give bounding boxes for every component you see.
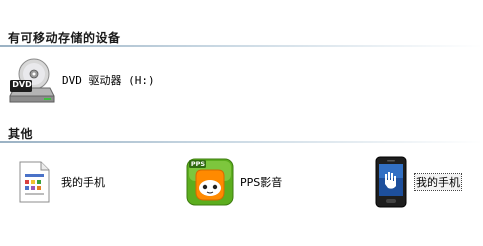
- section-divider: [0, 141, 483, 143]
- my-phone-device-label: 我的手机: [414, 173, 462, 191]
- document-file-icon: [16, 160, 52, 204]
- pps-badge-text: PPS: [190, 160, 206, 168]
- dvd-drive-label: DVD 驱动器 (H:): [62, 74, 155, 87]
- pps-app-icon: PPS: [186, 158, 234, 206]
- my-phone-item[interactable]: 我的手机: [16, 160, 105, 204]
- smartphone-icon: [373, 156, 409, 208]
- section-header-other: 其他: [8, 127, 34, 141]
- section-header-removable-storage: 有可移动存储的设备: [8, 31, 121, 45]
- pps-player-item[interactable]: PPS PPS影音: [186, 158, 282, 206]
- my-phone-device-item[interactable]: 我的手机: [373, 156, 462, 208]
- section-divider: [0, 45, 483, 47]
- pps-player-label: PPS影音: [240, 176, 283, 189]
- dvd-drive-item[interactable]: DVD DVD 驱动器 (H:): [8, 58, 155, 106]
- dvd-badge-text: DVD: [12, 80, 32, 89]
- my-phone-label: 我的手机: [61, 176, 105, 189]
